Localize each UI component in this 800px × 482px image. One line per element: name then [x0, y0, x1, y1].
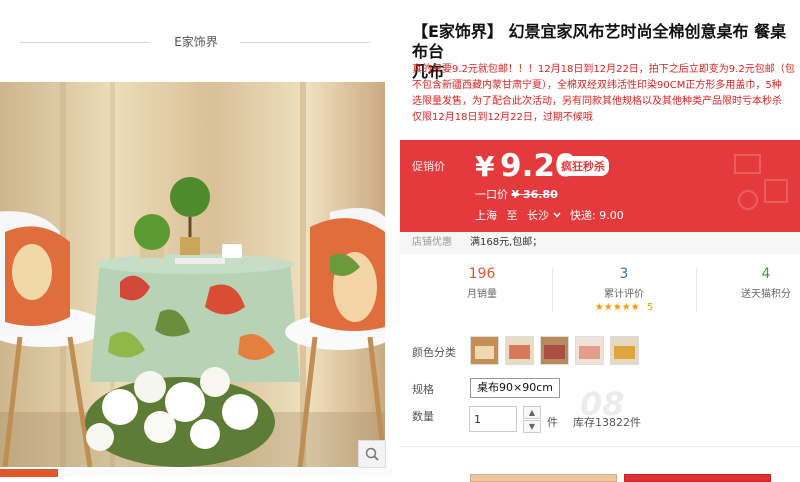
stat-reviews[interactable]: 3 累计评价 ★★★★★ 5 — [558, 262, 690, 318]
store-promotion-label: 店铺优惠 — [412, 237, 452, 248]
color-label: 颜色分类 — [412, 346, 456, 359]
shipping-info: 上海 至 长沙 快递: 9.00 — [475, 207, 624, 223]
magnifier-icon — [365, 447, 379, 461]
monthly-sales-label: 月销量 — [467, 289, 497, 300]
stats-divider — [552, 268, 553, 312]
stat-points: 4 送天猫积分 — [700, 262, 800, 318]
thumbnail-strip[interactable] — [0, 469, 392, 477]
ship-to-city: 长沙 — [527, 209, 549, 222]
thumbnail-active[interactable] — [0, 469, 58, 477]
color-swatch[interactable] — [505, 336, 534, 365]
swatch-thumb-4 — [576, 337, 603, 364]
product-photo-illustration — [0, 82, 385, 467]
spec-label: 规格 — [412, 383, 434, 396]
review-count: 3 — [619, 266, 629, 282]
original-price-label: 一口价 — [475, 188, 508, 201]
color-swatch[interactable] — [470, 336, 499, 365]
ship-from: 上海 — [475, 209, 497, 222]
quantity-increment-button[interactable]: ▲ — [523, 406, 541, 419]
quantity-decrement-button[interactable]: ▼ — [523, 420, 541, 433]
add-to-cart-button[interactable] — [470, 474, 617, 482]
points-label: 送天猫积分 — [741, 289, 791, 300]
color-swatch[interactable] — [575, 336, 604, 365]
chevron-down-icon — [552, 212, 561, 218]
product-title-line1: 【E家饰界】 幻景宜家风布艺时尚全棉创意桌布 餐桌布台 — [412, 22, 787, 61]
promo-price-label: 促销价 — [412, 160, 445, 173]
product-main-image[interactable] — [0, 82, 385, 467]
color-swatch[interactable] — [610, 336, 639, 365]
product-gallery: E家饰界 — [0, 0, 392, 477]
monthly-sales-count: 196 — [468, 266, 496, 282]
stats-divider — [696, 268, 697, 312]
buy-now-button[interactable] — [624, 474, 771, 482]
watermark: 08 — [580, 385, 625, 423]
product-stats: 196 月销量 3 累计评价 ★★★★★ 5 4 送天猫积分 — [400, 262, 800, 318]
spec-option-selected[interactable]: 桌布90×90cm — [470, 378, 560, 398]
zoom-button[interactable] — [358, 440, 386, 468]
subtitle-line: 真的只要9.2元就包邮！！！12月18日到12月22日，拍下之后立即变为9.2元… — [412, 64, 795, 75]
stat-monthly-sales: 196 月销量 — [416, 262, 548, 318]
price-panel: 促销价 ¥ 9.20 疯狂秒杀 一口价 ¥ 36.80 上海 至 长沙 快递: … — [400, 140, 800, 232]
swatch-thumb-5 — [611, 337, 638, 364]
shop-header: E家饰界 — [0, 0, 392, 80]
quantity-label: 数量 — [412, 410, 434, 423]
original-price: 一口价 ¥ 36.80 — [475, 186, 558, 202]
rating-stars-icon: ★★★★★ — [594, 302, 640, 313]
decorative-pattern-icon — [734, 154, 788, 210]
rating-value: 5 — [646, 302, 654, 313]
actions-divider — [400, 446, 800, 447]
store-promotion-value: 满168元,包邮； — [470, 237, 543, 248]
subtitle-line: 不包含新疆西藏内蒙甘肃宁夏），全棉双经双纬活性印染90CM正方形多用盖巾，5种 — [412, 80, 782, 91]
color-options: 颜色分类 — [400, 336, 800, 370]
ship-to-select[interactable]: 长沙 — [527, 209, 564, 222]
shipping-fee: 快递: 9.00 — [570, 209, 624, 222]
price-currency: ¥ — [475, 150, 495, 183]
swatch-thumb-3 — [541, 337, 568, 364]
store-promotion: 店铺优惠 满168元,包邮； — [400, 232, 800, 254]
subtitle-line: 仅限12月18日到12月22日，过期不候哦 — [412, 112, 593, 123]
quantity-input[interactable]: 1 — [469, 406, 517, 432]
color-swatch[interactable] — [540, 336, 569, 365]
points-count: 4 — [761, 266, 771, 282]
review-label: 累计评价 — [604, 289, 644, 300]
subtitle-line: 选限量发售，为了配合此次活动，另有同款其他规格以及其他种类产品限时亏本秒杀 — [412, 96, 782, 107]
rating: ★★★★★ 5 — [558, 302, 690, 313]
product-subtitle: 真的只要9.2元就包邮！！！12月18日到12月22日，拍下之后立即变为9.2元… — [412, 62, 800, 126]
divider-right — [240, 42, 370, 43]
swatch-thumb-1 — [471, 337, 498, 364]
original-price-value: ¥ 36.80 — [511, 188, 558, 201]
swatch-thumb-2 — [506, 337, 533, 364]
ship-to-word: 至 — [506, 209, 518, 222]
quantity-unit: 件 — [547, 416, 558, 429]
flash-sale-badge: 疯狂秒杀 — [557, 156, 609, 176]
